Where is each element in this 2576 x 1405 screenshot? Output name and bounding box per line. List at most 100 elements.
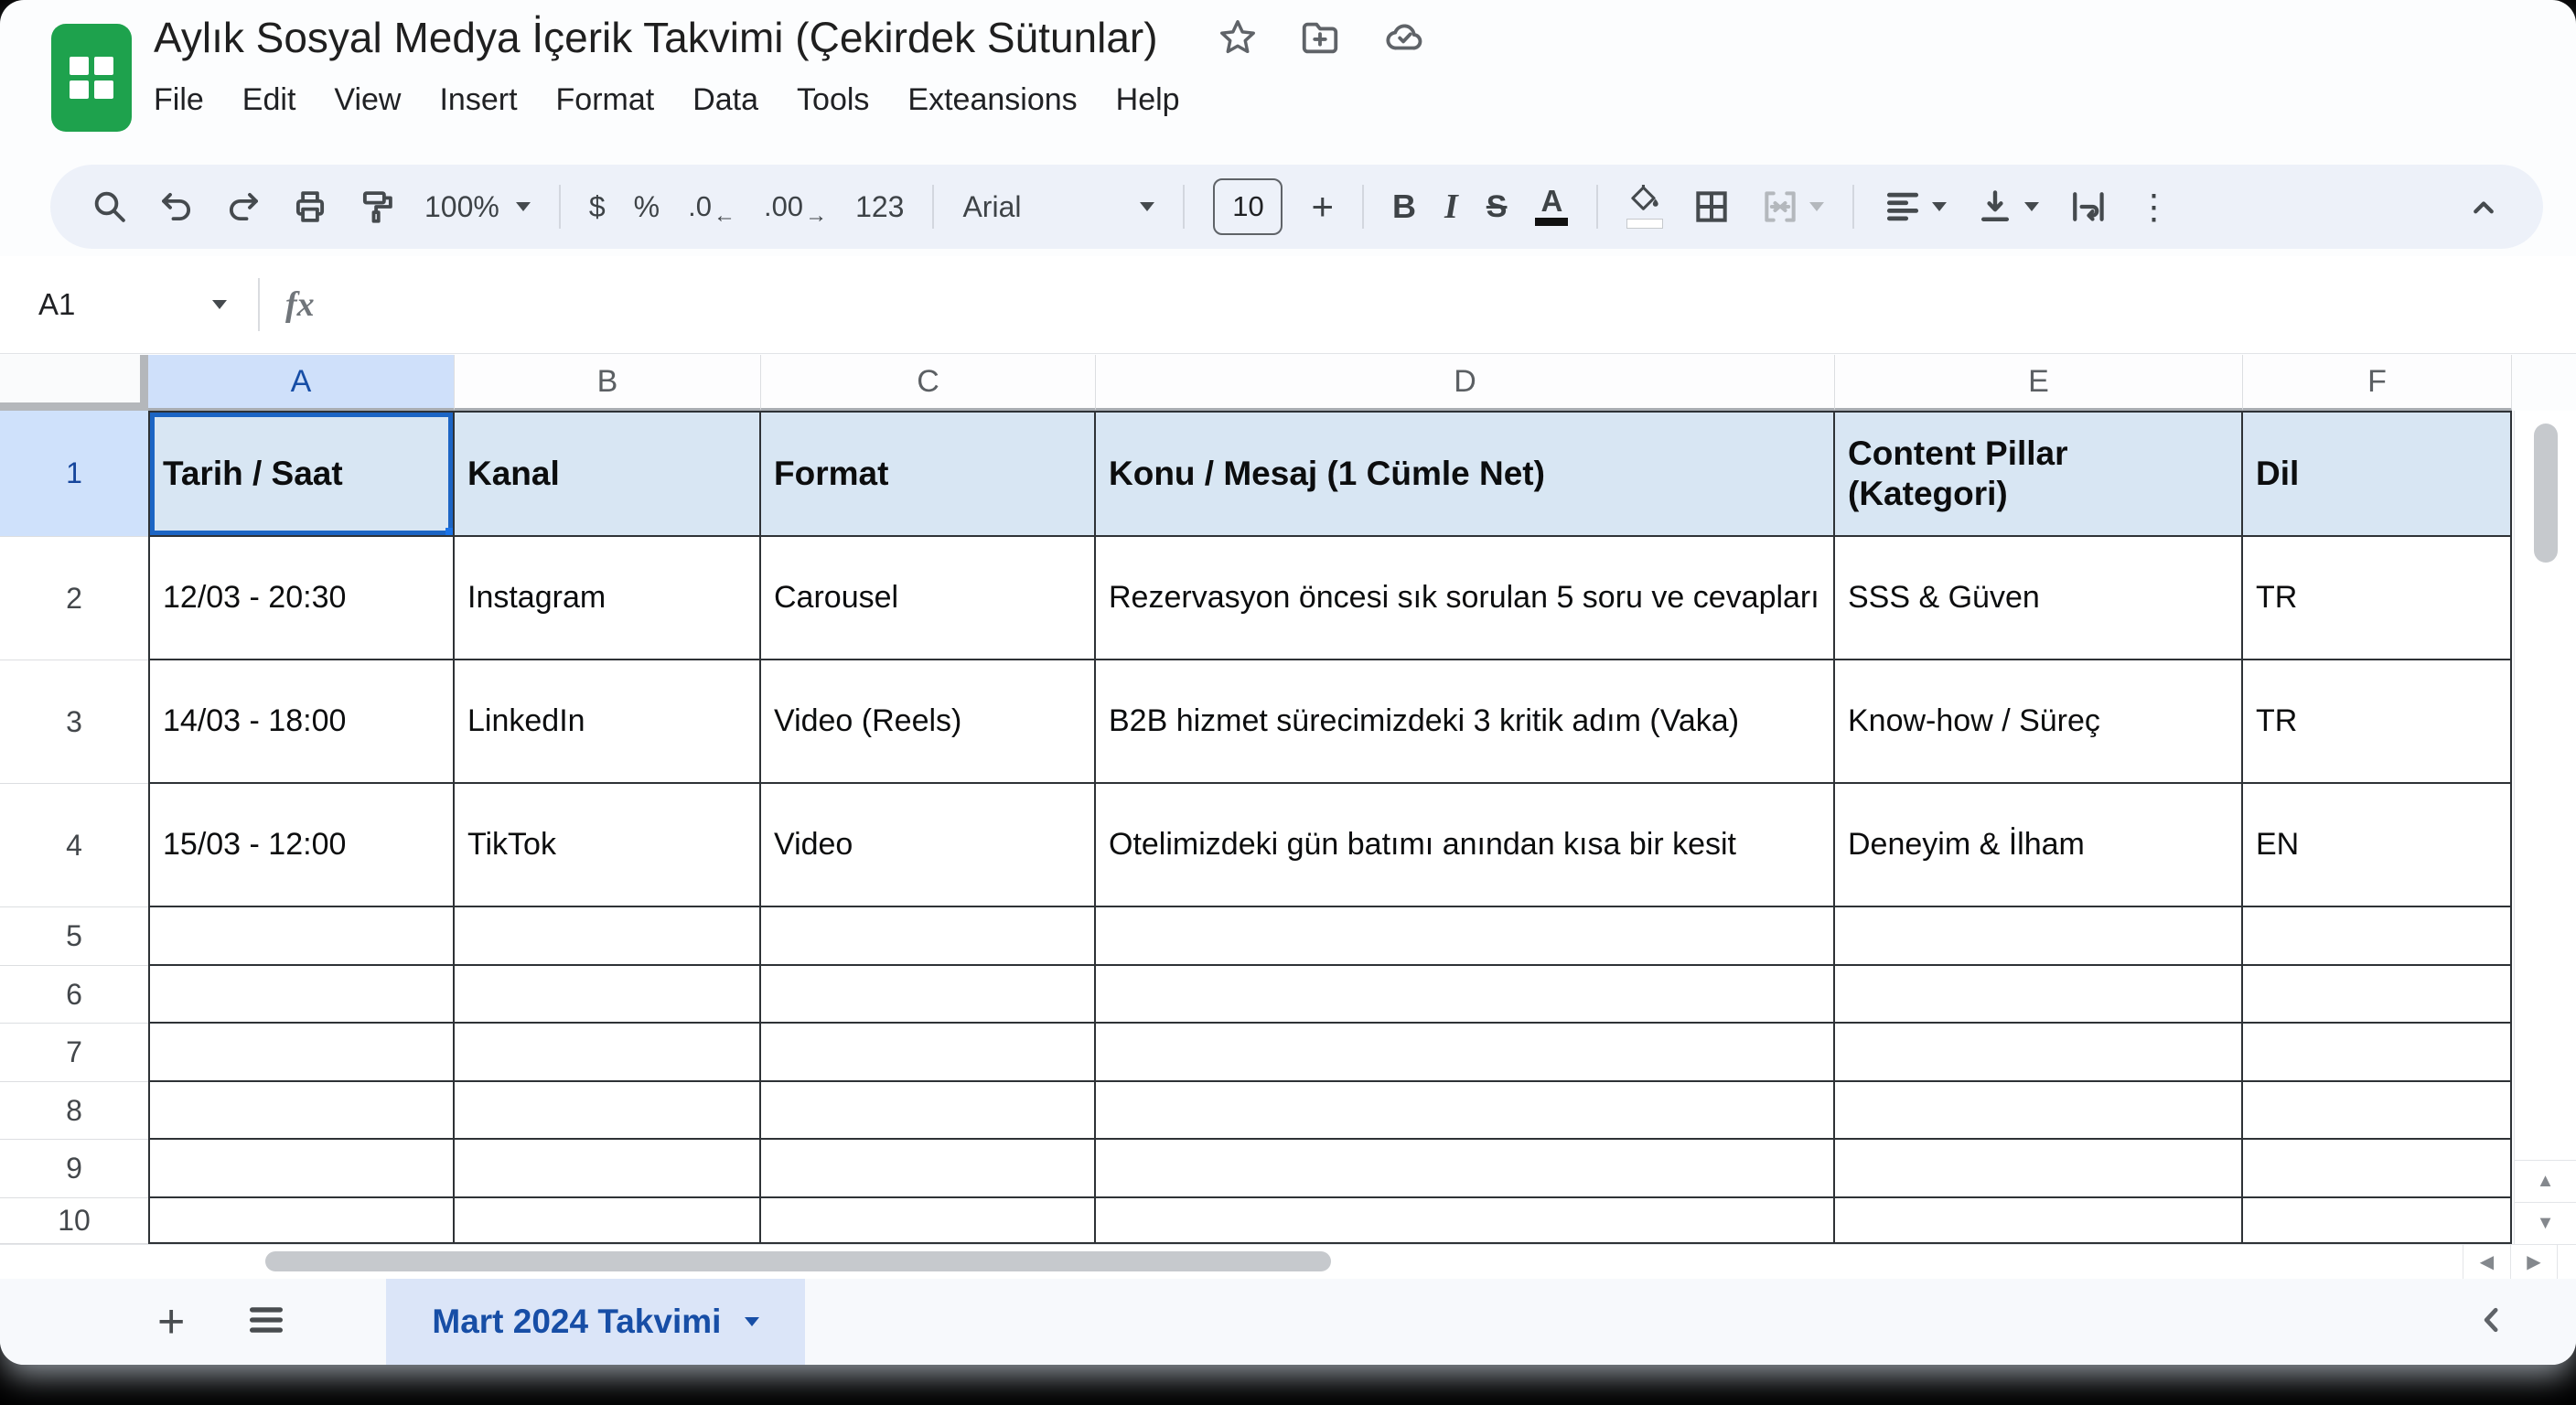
cell-C9[interactable] — [761, 1140, 1096, 1198]
cell-C10[interactable] — [761, 1198, 1096, 1244]
all-sheets-icon[interactable] — [245, 1299, 287, 1346]
menu-item[interactable]: Tools — [797, 82, 869, 118]
column-header-E[interactable]: E — [1835, 355, 2243, 411]
menu-item[interactable]: Help — [1116, 82, 1180, 118]
horizontal-scrollbar[interactable]: ◀ ▶ — [0, 1244, 2576, 1279]
cell-A8[interactable] — [148, 1082, 455, 1140]
print-icon[interactable] — [291, 188, 329, 226]
sheet-tab-active[interactable]: Mart 2024 Takvimi — [386, 1279, 805, 1365]
column-header-F[interactable]: F — [2243, 355, 2512, 411]
font-family-select[interactable]: Arial — [962, 190, 1154, 224]
row-header-7[interactable]: 7 — [0, 1024, 148, 1082]
horizontal-scrollbar-thumb[interactable] — [265, 1251, 1331, 1271]
cell-A9[interactable] — [148, 1140, 455, 1198]
cell-D7[interactable] — [1096, 1024, 1835, 1082]
cell-C1[interactable]: Format — [761, 411, 1096, 537]
formula-input[interactable] — [315, 256, 2576, 353]
cell-A10[interactable] — [148, 1198, 455, 1244]
cell-A2[interactable]: 12/03 - 20:30 — [148, 537, 455, 660]
vertical-scrollbar[interactable]: ▲ ▼ — [2514, 411, 2576, 1244]
cell-B2[interactable]: Instagram — [455, 537, 761, 660]
collapse-panel-icon[interactable] — [2474, 1302, 2510, 1343]
column-header-C[interactable]: C — [761, 355, 1096, 411]
menu-item[interactable]: Data — [692, 82, 758, 118]
percent-format-button[interactable]: % — [634, 190, 660, 224]
decrease-decimal-button[interactable]: .0← — [688, 190, 735, 223]
cell-F4[interactable]: EN — [2243, 784, 2512, 907]
more-options-button[interactable]: ⋮ — [2136, 187, 2171, 228]
cell-D6[interactable] — [1096, 966, 1835, 1024]
cell-B7[interactable] — [455, 1024, 761, 1082]
cell-B1[interactable]: Kanal — [455, 411, 761, 537]
select-all-corner[interactable] — [0, 355, 148, 411]
cell-E9[interactable] — [1835, 1140, 2243, 1198]
cell-E1[interactable]: Content Pillar (Kategori) — [1835, 411, 2243, 537]
cell-F5[interactable] — [2243, 907, 2512, 966]
row-header-4[interactable]: 4 — [0, 784, 148, 907]
cell-C6[interactable] — [761, 966, 1096, 1024]
menu-item[interactable]: File — [154, 82, 204, 118]
row-header-9[interactable]: 9 — [0, 1140, 148, 1198]
cell-D10[interactable] — [1096, 1198, 1835, 1244]
menu-item[interactable]: View — [334, 82, 401, 118]
document-title[interactable]: Aylık Sosyal Medya İçerik Takvimi (Çekir… — [154, 13, 1158, 62]
vertical-scrollbar-thumb[interactable] — [2534, 424, 2558, 563]
collapse-toolbar-button[interactable] — [2464, 188, 2503, 226]
cell-A3[interactable]: 14/03 - 18:00 — [148, 660, 455, 784]
cell-B4[interactable]: TikTok — [455, 784, 761, 907]
cell-C8[interactable] — [761, 1082, 1096, 1140]
italic-button[interactable]: I — [1444, 187, 1458, 227]
cell-A7[interactable] — [148, 1024, 455, 1082]
fill-color-button[interactable] — [1626, 185, 1663, 229]
add-sheet-button[interactable]: + — [157, 1298, 185, 1346]
cell-F7[interactable] — [2243, 1024, 2512, 1082]
text-wrap-button[interactable] — [2067, 187, 2108, 227]
cloud-saved-icon[interactable] — [1381, 16, 1427, 59]
horizontal-align-button[interactable] — [1883, 187, 1947, 227]
strikethrough-button[interactable]: S — [1487, 189, 1508, 225]
name-box[interactable]: A1 — [0, 287, 227, 322]
paint-format-icon[interactable] — [358, 188, 396, 226]
scroll-left-button[interactable]: ◀ — [2463, 1245, 2510, 1279]
row-header-2[interactable]: 2 — [0, 537, 148, 660]
row-header-8[interactable]: 8 — [0, 1082, 148, 1140]
borders-button[interactable] — [1691, 187, 1732, 227]
search-icon[interactable] — [91, 188, 129, 226]
cell-D2[interactable]: Rezervasyon öncesi sık sorulan 5 soru ve… — [1096, 537, 1835, 660]
cell-D4[interactable]: Otelimizdeki gün batımı anından kısa bir… — [1096, 784, 1835, 907]
redo-icon[interactable] — [224, 188, 263, 226]
cell-C4[interactable]: Video — [761, 784, 1096, 907]
cell-F2[interactable]: TR — [2243, 537, 2512, 660]
cell-B10[interactable] — [455, 1198, 761, 1244]
move-to-folder-icon[interactable] — [1299, 16, 1341, 59]
cell-B3[interactable]: LinkedIn — [455, 660, 761, 784]
vertical-align-button[interactable] — [1975, 187, 2039, 227]
column-header-D[interactable]: D — [1096, 355, 1835, 411]
menu-item[interactable]: Edit — [242, 82, 296, 118]
cell-E7[interactable] — [1835, 1024, 2243, 1082]
cell-F10[interactable] — [2243, 1198, 2512, 1244]
google-sheets-logo-icon[interactable] — [51, 24, 132, 132]
row-header-1[interactable]: 1 — [0, 411, 148, 537]
cell-A6[interactable] — [148, 966, 455, 1024]
cell-D1[interactable]: Konu / Mesaj (1 Cümle Net) — [1096, 411, 1835, 537]
menu-item[interactable]: Exteansions — [907, 82, 1077, 118]
row-header-10[interactable]: 10 — [0, 1198, 148, 1244]
cell-C2[interactable]: Carousel — [761, 537, 1096, 660]
cell-F8[interactable] — [2243, 1082, 2512, 1140]
cell-D5[interactable] — [1096, 907, 1835, 966]
row-header-3[interactable]: 3 — [0, 660, 148, 784]
cell-E5[interactable] — [1835, 907, 2243, 966]
cell-D8[interactable] — [1096, 1082, 1835, 1140]
cell-A1[interactable]: Tarih / Saat — [148, 411, 455, 537]
currency-format-button[interactable]: $ — [589, 190, 606, 224]
menu-item[interactable]: Format — [556, 82, 655, 118]
number-format-button[interactable]: 123 — [855, 190, 904, 224]
cell-D3[interactable]: B2B hizmet sürecimizdeki 3 kritik adım (… — [1096, 660, 1835, 784]
row-header-5[interactable]: 5 — [0, 907, 148, 966]
zoom-control[interactable]: 100% — [424, 190, 531, 224]
font-size-input[interactable]: 10 — [1213, 178, 1283, 235]
fill-handle[interactable] — [445, 528, 455, 537]
cell-B9[interactable] — [455, 1140, 761, 1198]
undo-icon[interactable] — [157, 188, 196, 226]
